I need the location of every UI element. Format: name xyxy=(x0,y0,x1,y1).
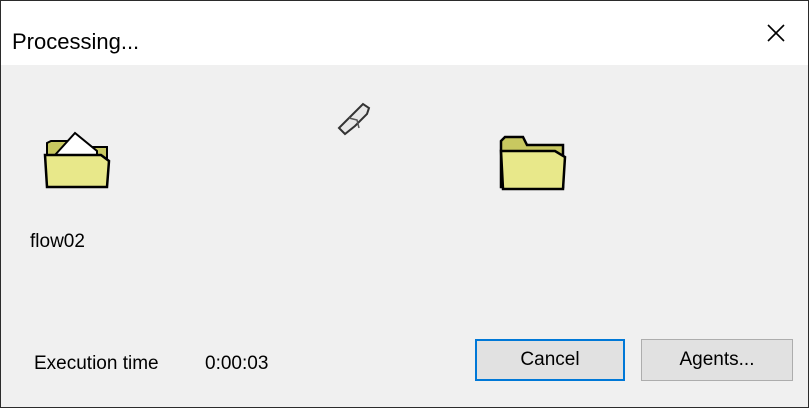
source-label: flow02 xyxy=(30,231,85,252)
cancel-button[interactable]: Cancel xyxy=(475,339,625,381)
paper-icon xyxy=(335,98,373,141)
execution-time-value: 0:00:03 xyxy=(205,353,269,374)
close-icon xyxy=(767,24,785,42)
processing-dialog: Processing... flow02 Execution time 0:00… xyxy=(0,0,809,408)
agents-button[interactable]: Agents... xyxy=(641,339,793,381)
title-bar: Processing... xyxy=(1,1,808,65)
folder-icon xyxy=(497,131,569,198)
close-button[interactable] xyxy=(744,1,808,65)
window-title: Processing... xyxy=(12,29,140,54)
open-folder-icon xyxy=(41,121,113,198)
execution-time-label: Execution time xyxy=(34,353,159,374)
